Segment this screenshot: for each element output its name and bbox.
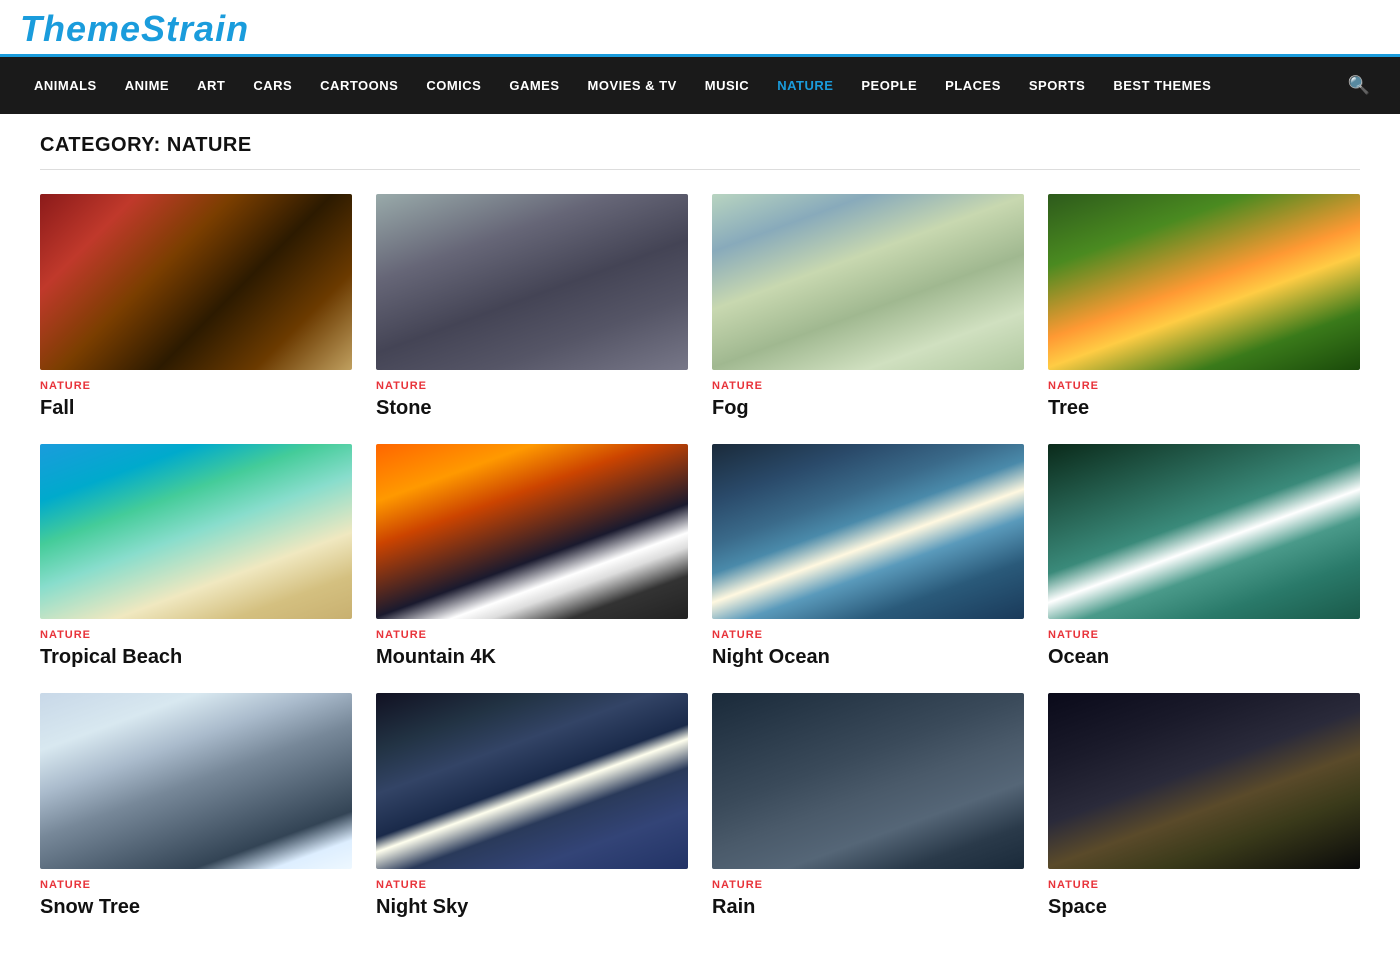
nav-item-nature[interactable]: NATURE <box>763 60 847 111</box>
card-rain[interactable]: NATURE Rain <box>712 693 1024 919</box>
card-tropical-beach[interactable]: NATURE Tropical Beach <box>40 444 352 670</box>
card-grid: NATURE Fall NATURE Stone NATURE Fog NATURE Tree… <box>40 194 1360 919</box>
card-category-label: NATURE <box>40 879 352 891</box>
card-fog[interactable]: NATURE Fog <box>712 194 1024 420</box>
card-title-snow-tree: Snow Tree <box>40 895 352 919</box>
card-image-night-sky <box>376 693 688 869</box>
card-space[interactable]: NATURE Space <box>1048 693 1360 919</box>
card-category-label: NATURE <box>376 629 688 641</box>
card-stone[interactable]: NATURE Stone <box>376 194 688 420</box>
card-category-label: NATURE <box>712 629 1024 641</box>
card-image-stone <box>376 194 688 370</box>
card-snow-tree[interactable]: NATURE Snow Tree <box>40 693 352 919</box>
nav-item-cartoons[interactable]: CARTOONS <box>306 60 412 111</box>
card-fall[interactable]: NATURE Fall <box>40 194 352 420</box>
nav-item-comics[interactable]: COMICS <box>412 60 495 111</box>
card-night-ocean[interactable]: NATURE Night Ocean <box>712 444 1024 670</box>
card-category-label: NATURE <box>712 879 1024 891</box>
main-content: CATEGORY: NATURE NATUREFallNATUREStoneNA… <box>20 114 1380 969</box>
card-category-label: NATURE <box>1048 380 1360 392</box>
card-image-tree <box>1048 194 1360 370</box>
main-nav: ANIMALSANIMEARTCARSCARTOONSCOMICSGAMESMO… <box>0 57 1400 114</box>
card-title-fog: Fog <box>712 396 1024 420</box>
card-category-label: NATURE <box>1048 879 1360 891</box>
card-title-rain: Rain <box>712 895 1024 919</box>
card-tree[interactable]: NATURE Tree <box>1048 194 1360 420</box>
card-image-fog <box>712 194 1024 370</box>
card-title-ocean: Ocean <box>1048 645 1360 669</box>
nav-item-cars[interactable]: CARS <box>239 60 306 111</box>
card-ocean[interactable]: NATURE Ocean <box>1048 444 1360 670</box>
card-image-tropical-beach <box>40 444 352 620</box>
search-icon[interactable]: 🔍 <box>1338 57 1380 114</box>
nav-item-sports[interactable]: SPORTS <box>1015 60 1099 111</box>
card-category-label: NATURE <box>40 629 352 641</box>
card-title-night-sky: Night Sky <box>376 895 688 919</box>
card-title-space: Space <box>1048 895 1360 919</box>
nav-item-movies---tv[interactable]: MOVIES & TV <box>574 60 691 111</box>
card-image-rain <box>712 693 1024 869</box>
card-night-sky[interactable]: NATURE Night Sky <box>376 693 688 919</box>
card-title-tropical-beach: Tropical Beach <box>40 645 352 669</box>
nav-item-anime[interactable]: ANIME <box>111 60 183 111</box>
card-image-mountain-4k <box>376 444 688 620</box>
card-title-tree: Tree <box>1048 396 1360 420</box>
card-image-snow-tree <box>40 693 352 869</box>
card-image-ocean <box>1048 444 1360 620</box>
card-category-label: NATURE <box>376 879 688 891</box>
card-title-stone: Stone <box>376 396 688 420</box>
nav-item-animals[interactable]: ANIMALS <box>20 60 111 111</box>
site-logo[interactable]: ThemeStrain <box>20 8 249 49</box>
card-image-night-ocean <box>712 444 1024 620</box>
nav-item-games[interactable]: GAMES <box>495 60 573 111</box>
nav-item-people[interactable]: PEOPLE <box>847 60 931 111</box>
card-title-night-ocean: Night Ocean <box>712 645 1024 669</box>
category-title: CATEGORY: NATURE <box>40 134 1360 170</box>
logo-bar: ThemeStrain <box>0 0 1400 57</box>
card-category-label: NATURE <box>376 380 688 392</box>
nav-item-places[interactable]: PLACES <box>931 60 1015 111</box>
card-category-label: NATURE <box>712 380 1024 392</box>
card-image-space <box>1048 693 1360 869</box>
nav-item-best-themes[interactable]: BEST THEMES <box>1099 60 1225 111</box>
card-title-mountain-4k: Mountain 4K <box>376 645 688 669</box>
nav-item-music[interactable]: MUSIC <box>691 60 763 111</box>
card-mountain-4k[interactable]: NATURE Mountain 4K <box>376 444 688 670</box>
card-category-label: NATURE <box>40 380 352 392</box>
nav-item-art[interactable]: ART <box>183 60 239 111</box>
card-image-fall <box>40 194 352 370</box>
card-title-fall: Fall <box>40 396 352 420</box>
card-category-label: NATURE <box>1048 629 1360 641</box>
